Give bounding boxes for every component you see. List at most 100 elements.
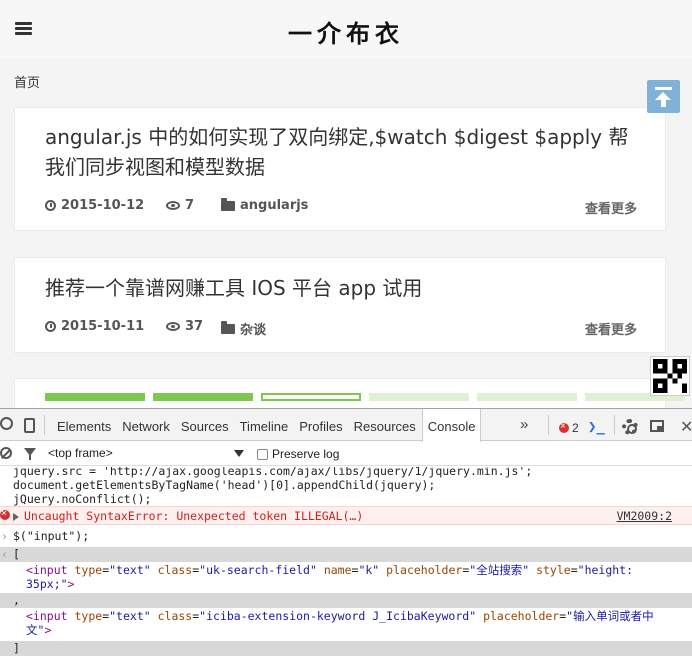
post-title[interactable]: 推荐一个靠谱网赚工具 IOS 平台 app 试用 [45,273,645,303]
preserve-log-checkbox[interactable] [257,448,268,460]
post-card: angular.js 中的如何实现了双向绑定,$watch $digest $a… [14,107,666,231]
result-bracket-open: ‹ [ [0,547,692,562]
clock-icon [45,321,56,332]
devtools-toolbar: Elements Network Sources Timeline Profil… [0,409,692,442]
back-to-top-icon[interactable] [647,80,680,113]
site-title[interactable]: 一介布衣 [0,14,692,49]
result-separator: , [0,593,692,608]
tab-timeline[interactable]: Timeline [235,409,294,441]
close-icon[interactable]: ✕ [680,417,692,437]
chevron-down-icon [234,450,244,457]
post-card-partial [14,378,685,408]
node-attr: placeholder [386,563,463,577]
clock-icon [45,200,56,211]
inspect-icon[interactable] [0,417,13,430]
console-input-text: $("input"); [13,529,90,543]
error-icon [559,420,569,434]
node-value: "text" [109,609,151,623]
node-attr: placeholder [483,609,560,623]
node-attr: type [74,563,103,577]
toolbar-divider [548,415,549,435]
breadcrumb[interactable]: 首页 [14,72,40,91]
console-output[interactable]: jquery.src = 'http://ajax.googleapis.com… [0,467,692,656]
post-meta: 2015-10-12 7 angularjs 查看更多 [45,197,637,217]
error-icon [0,507,10,521]
dock-side-icon[interactable] [650,420,664,432]
tab-strip-item[interactable] [45,393,145,401]
more-tabs-button[interactable]: » [520,416,528,433]
post-category-text[interactable]: 杂谈 [240,319,266,338]
device-mode-icon[interactable] [24,418,35,433]
node-attr: class [157,609,193,623]
devtools-tabs: Elements Network Sources Timeline Profil… [52,409,482,442]
tab-console[interactable]: Console [421,409,482,442]
console-drawer-icon[interactable]: ❯_ [588,419,605,435]
post-date: 2015-10-11 [45,319,144,334]
gear-icon[interactable] [622,419,638,435]
separator-text: , [13,593,20,607]
post-title[interactable]: angular.js 中的如何实现了双向绑定,$watch $digest $a… [45,122,645,182]
node-tag: > [67,577,75,591]
post-category[interactable]: angularjs [221,197,308,213]
node-tag: <input [26,563,68,577]
post-views-text: 37 [185,319,204,334]
console-filter-bar: <top frame> Preserve log [0,442,692,466]
read-more-link[interactable]: 查看更多 [585,319,637,338]
qr-code [650,356,690,396]
node-value: "k" [358,563,380,577]
read-more-link[interactable]: 查看更多 [585,198,637,217]
node-attr: type [74,609,103,623]
tab-resources[interactable]: Resources [349,409,421,441]
error-count-text: 2 [572,421,579,435]
post-category-text[interactable]: angularjs [240,198,308,213]
tab-strip-item[interactable] [369,393,469,401]
console-line: jquery.src = 'http://ajax.googleapis.com… [13,467,533,478]
eye-icon [166,201,180,210]
node-attr: class [157,563,193,577]
folder-icon [221,197,235,211]
tab-sources[interactable]: Sources [176,409,234,441]
result-node-1[interactable]: <input type="text" class="uk-search-fiel… [0,563,692,593]
post-date-text: 2015-10-11 [61,319,145,334]
expand-arrow-icon[interactable] [13,513,19,521]
preserve-log-toggle[interactable]: Preserve log [257,447,339,461]
console-line: jQuery.noConflict(); [13,492,152,506]
post-card: 推荐一个靠谱网赚工具 IOS 平台 app 试用 2015-10-11 37 杂… [14,257,666,353]
node-value: "text" [109,563,151,577]
tab-strip-item[interactable] [261,393,361,401]
tab-strip-item[interactable] [153,393,253,401]
blog-page: 一介布衣 首页 angular.js 中的如何实现了双向绑定,$watch $d… [0,0,692,408]
result-arrow-icon: ‹ [1,547,8,561]
tab-elements[interactable]: Elements [52,409,116,441]
post-views-text: 7 [185,198,195,213]
tab-profiles[interactable]: Profiles [294,409,347,441]
node-tag: <input [26,609,68,623]
frame-select[interactable]: <top frame> [48,446,244,462]
error-source-link[interactable]: VM2009:2 [617,509,672,523]
result-node-2[interactable]: <input type="text" class="iciba-extensio… [0,609,692,639]
toolbar-divider [614,415,615,435]
prompt-icon: › [1,529,8,543]
clear-console-icon[interactable] [0,447,12,459]
console-line: document.getElementsByTagName('head')[0]… [13,478,436,492]
tab-network[interactable]: Network [117,409,175,441]
error-count-badge[interactable]: 2 [559,420,579,435]
post-date: 2015-10-12 [45,198,144,213]
tab-strip-item[interactable] [477,393,577,401]
post-meta: 2015-10-11 37 杂谈 查看更多 [45,319,637,338]
devtools-panel: Elements Network Sources Timeline Profil… [0,408,692,656]
error-message: Uncaught SyntaxError: Unexpected token I… [24,509,364,523]
post-category[interactable]: 杂谈 [221,319,266,338]
node-tag: > [44,623,52,637]
site-header: 一介布衣 [0,0,692,58]
frame-select-value: <top frame> [48,446,113,460]
console-error-row[interactable]: Uncaught SyntaxError: Unexpected token I… [0,506,692,525]
bracket-text: [ [13,547,20,561]
node-value: "uk-search-field" [199,563,317,577]
result-bracket-close: ] [0,641,692,656]
filter-icon[interactable] [24,448,36,460]
green-tab-strip [45,393,685,401]
post-date-text: 2015-10-12 [61,198,145,213]
console-input-echo: › $("input"); [0,529,692,545]
bracket-text: ] [13,641,20,655]
